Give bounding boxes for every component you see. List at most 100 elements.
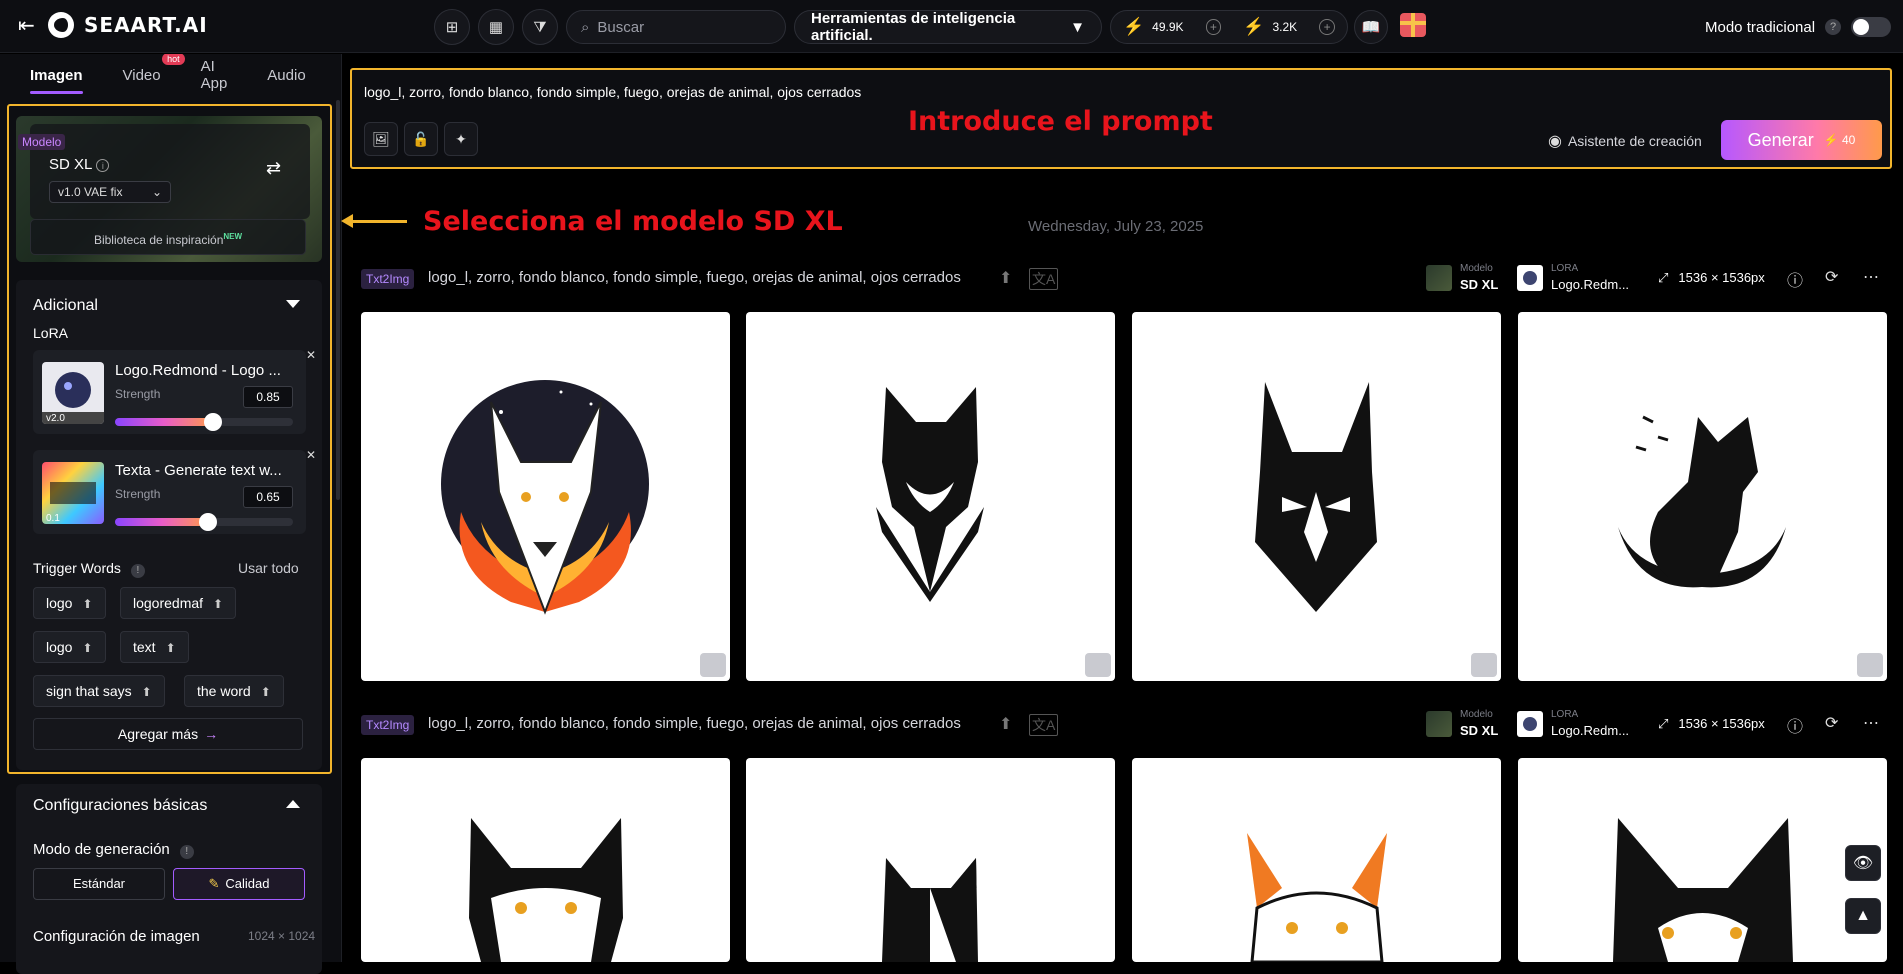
magic-wand-icon[interactable]: ✦ (444, 122, 478, 156)
tab-audio[interactable]: Audio (267, 67, 305, 84)
sidebar-scrollbar[interactable] (336, 100, 340, 500)
logo-icon (48, 12, 74, 38)
generated-image[interactable] (746, 312, 1115, 681)
generation-mode-title: Modo de generación! (33, 841, 194, 859)
credits-b: 3.2K (1272, 20, 1298, 34)
magic-icon: ✎ (208, 876, 220, 891)
resolution: ⤢ 1536 × 1536px (1658, 270, 1775, 286)
creation-assistant-button[interactable]: ◉ Asistente de creación (1548, 131, 1702, 151)
image-size: 1024 × 1024 (248, 929, 316, 943)
ai-tools-dropdown[interactable]: Herramientas de inteligencia artificial.… (794, 10, 1102, 44)
info-icon[interactable]: ⓘ (1787, 713, 1803, 737)
download-icon[interactable] (1857, 653, 1883, 677)
model-value: SD XL (1460, 723, 1499, 738)
model-thumbnail (1426, 265, 1452, 291)
download-icon[interactable] (1471, 653, 1497, 677)
fox-image (876, 387, 984, 602)
standard-mode-button[interactable]: Estándar (33, 868, 165, 900)
generation-mode-label: Modo de generación (33, 841, 170, 858)
hot-badge: hot (162, 54, 185, 65)
image-upload-icon[interactable]: 🖼 (364, 122, 398, 156)
row-prompt: logo_l, zorro, fondo blanco, fondo simpl… (428, 269, 961, 286)
resolution: ⤢ 1536 × 1536px (1658, 716, 1775, 732)
tab-video[interactable]: Video hot (123, 54, 185, 84)
generated-image[interactable] (1132, 758, 1501, 962)
energy-icon: ⚡ (1123, 17, 1145, 36)
image-config-label: Configuración de imagen (33, 928, 200, 945)
fox-image (441, 380, 649, 615)
create-icon[interactable]: ⊞ (434, 9, 470, 45)
fox-image (1255, 382, 1377, 612)
info-icon[interactable]: ! (179, 845, 194, 859)
tab-image[interactable]: Imagen (30, 67, 83, 94)
annotation-arrow (341, 214, 407, 228)
scroll-top-icon[interactable]: ▲ (1845, 898, 1881, 934)
annotation-model: Selecciona el modelo SD XL (423, 206, 843, 237)
download-icon[interactable] (700, 653, 726, 677)
reuse-prompt-icon[interactable]: ⬆ (999, 714, 1012, 734)
regenerate-icon[interactable]: ⟳ (1825, 267, 1838, 287)
gift-icon[interactable] (1400, 13, 1426, 37)
search-input[interactable]: ⌕ Buscar (566, 10, 786, 44)
generate-label: Generar (1747, 129, 1814, 150)
ai-tools-label: Herramientas de inteligencia artificial. (811, 10, 1016, 44)
eye-icon[interactable]: 👁 (1845, 845, 1881, 881)
lora-value: Logo.Redm... (1551, 277, 1630, 292)
brand-logo[interactable]: ⇤ SEAART.AI (18, 12, 208, 38)
generate-cost-value: 40 (1841, 133, 1856, 147)
add-credits-b-icon[interactable]: + (1319, 19, 1335, 35)
info-icon[interactable]: ⓘ (1787, 267, 1803, 291)
help-icon[interactable]: ? (1825, 19, 1842, 35)
basic-settings-title: Configuraciones básicas (33, 797, 208, 814)
lora-thumbnail (1517, 711, 1543, 737)
grid-icon[interactable]: ▦ (478, 9, 514, 45)
generated-image[interactable] (1132, 312, 1501, 681)
translate-icon[interactable]: 文A (1029, 714, 1059, 736)
caret-down-icon: ▼ (1070, 18, 1085, 36)
result-row-header: Txt2Img logo_l, zorro, fondo blanco, fon… (361, 263, 1891, 295)
fox-image (882, 858, 978, 962)
generated-image[interactable] (1518, 758, 1887, 962)
lora-thumbnail (1517, 265, 1543, 291)
download-icon[interactable] (1085, 653, 1111, 677)
book-icon[interactable]: 📖 (1354, 10, 1388, 44)
search-placeholder: Buscar (597, 18, 645, 36)
fox-image (1613, 818, 1793, 962)
lock-icon[interactable]: 🔓 (404, 122, 438, 156)
date-header: Wednesday, July 23, 2025 (1028, 218, 1204, 235)
more-icon[interactable]: ⋯ (1863, 713, 1879, 733)
expand-icon: ⤢ (1658, 716, 1669, 731)
quality-mode-button[interactable]: ✎ Calidad (173, 868, 305, 900)
generated-image[interactable] (746, 758, 1115, 962)
assistant-icon: ◉ (1548, 133, 1562, 150)
assistant-label: Asistente de creación (1567, 133, 1702, 149)
more-icon[interactable]: ⋯ (1863, 267, 1879, 287)
add-credits-a-icon[interactable]: + (1205, 19, 1222, 35)
sidebar-tabs: Imagen Video hot AI App Audio (0, 54, 341, 96)
txt2img-tag: Txt2Img (361, 715, 415, 735)
stamina-icon: ⚡ (1243, 17, 1265, 36)
expand-icon: ⤢ (1658, 270, 1669, 285)
collapse-icon[interactable]: ⇤ (18, 13, 38, 38)
generated-image[interactable] (361, 758, 730, 962)
top-bar: ⇤ SEAART.AI ⊞ ▦ ⧩ ⌕ Buscar Herramientas … (0, 0, 1903, 53)
generated-image[interactable] (361, 312, 730, 681)
generate-cost: ⚡ 40 (1823, 133, 1856, 147)
model-value: SD XL (1460, 277, 1499, 292)
generate-button[interactable]: Generar ⚡ 40 (1721, 120, 1882, 160)
resolution-text: 1536 × 1536px (1678, 270, 1765, 285)
collapse-basic-icon[interactable] (286, 800, 300, 808)
reuse-prompt-icon[interactable]: ⬆ (999, 268, 1012, 288)
regenerate-icon[interactable]: ⟳ (1825, 713, 1838, 733)
filter-icon[interactable]: ⧩ (522, 9, 558, 45)
traditional-mode-toggle[interactable] (1851, 17, 1892, 37)
translate-icon[interactable]: 文A (1029, 268, 1059, 290)
generated-image[interactable] (1518, 312, 1887, 681)
row-prompt: logo_l, zorro, fondo blanco, fondo simpl… (428, 715, 961, 732)
prompt-input[interactable]: logo_l, zorro, fondo blanco, fondo simpl… (364, 84, 861, 100)
model-key: Modelo (1460, 709, 1493, 720)
tab-ai-app[interactable]: AI App (201, 58, 228, 92)
credits-a: 49.9K (1152, 20, 1184, 34)
fox-image (1618, 415, 1786, 588)
traditional-mode: Modo tradicional ? (1705, 17, 1892, 37)
